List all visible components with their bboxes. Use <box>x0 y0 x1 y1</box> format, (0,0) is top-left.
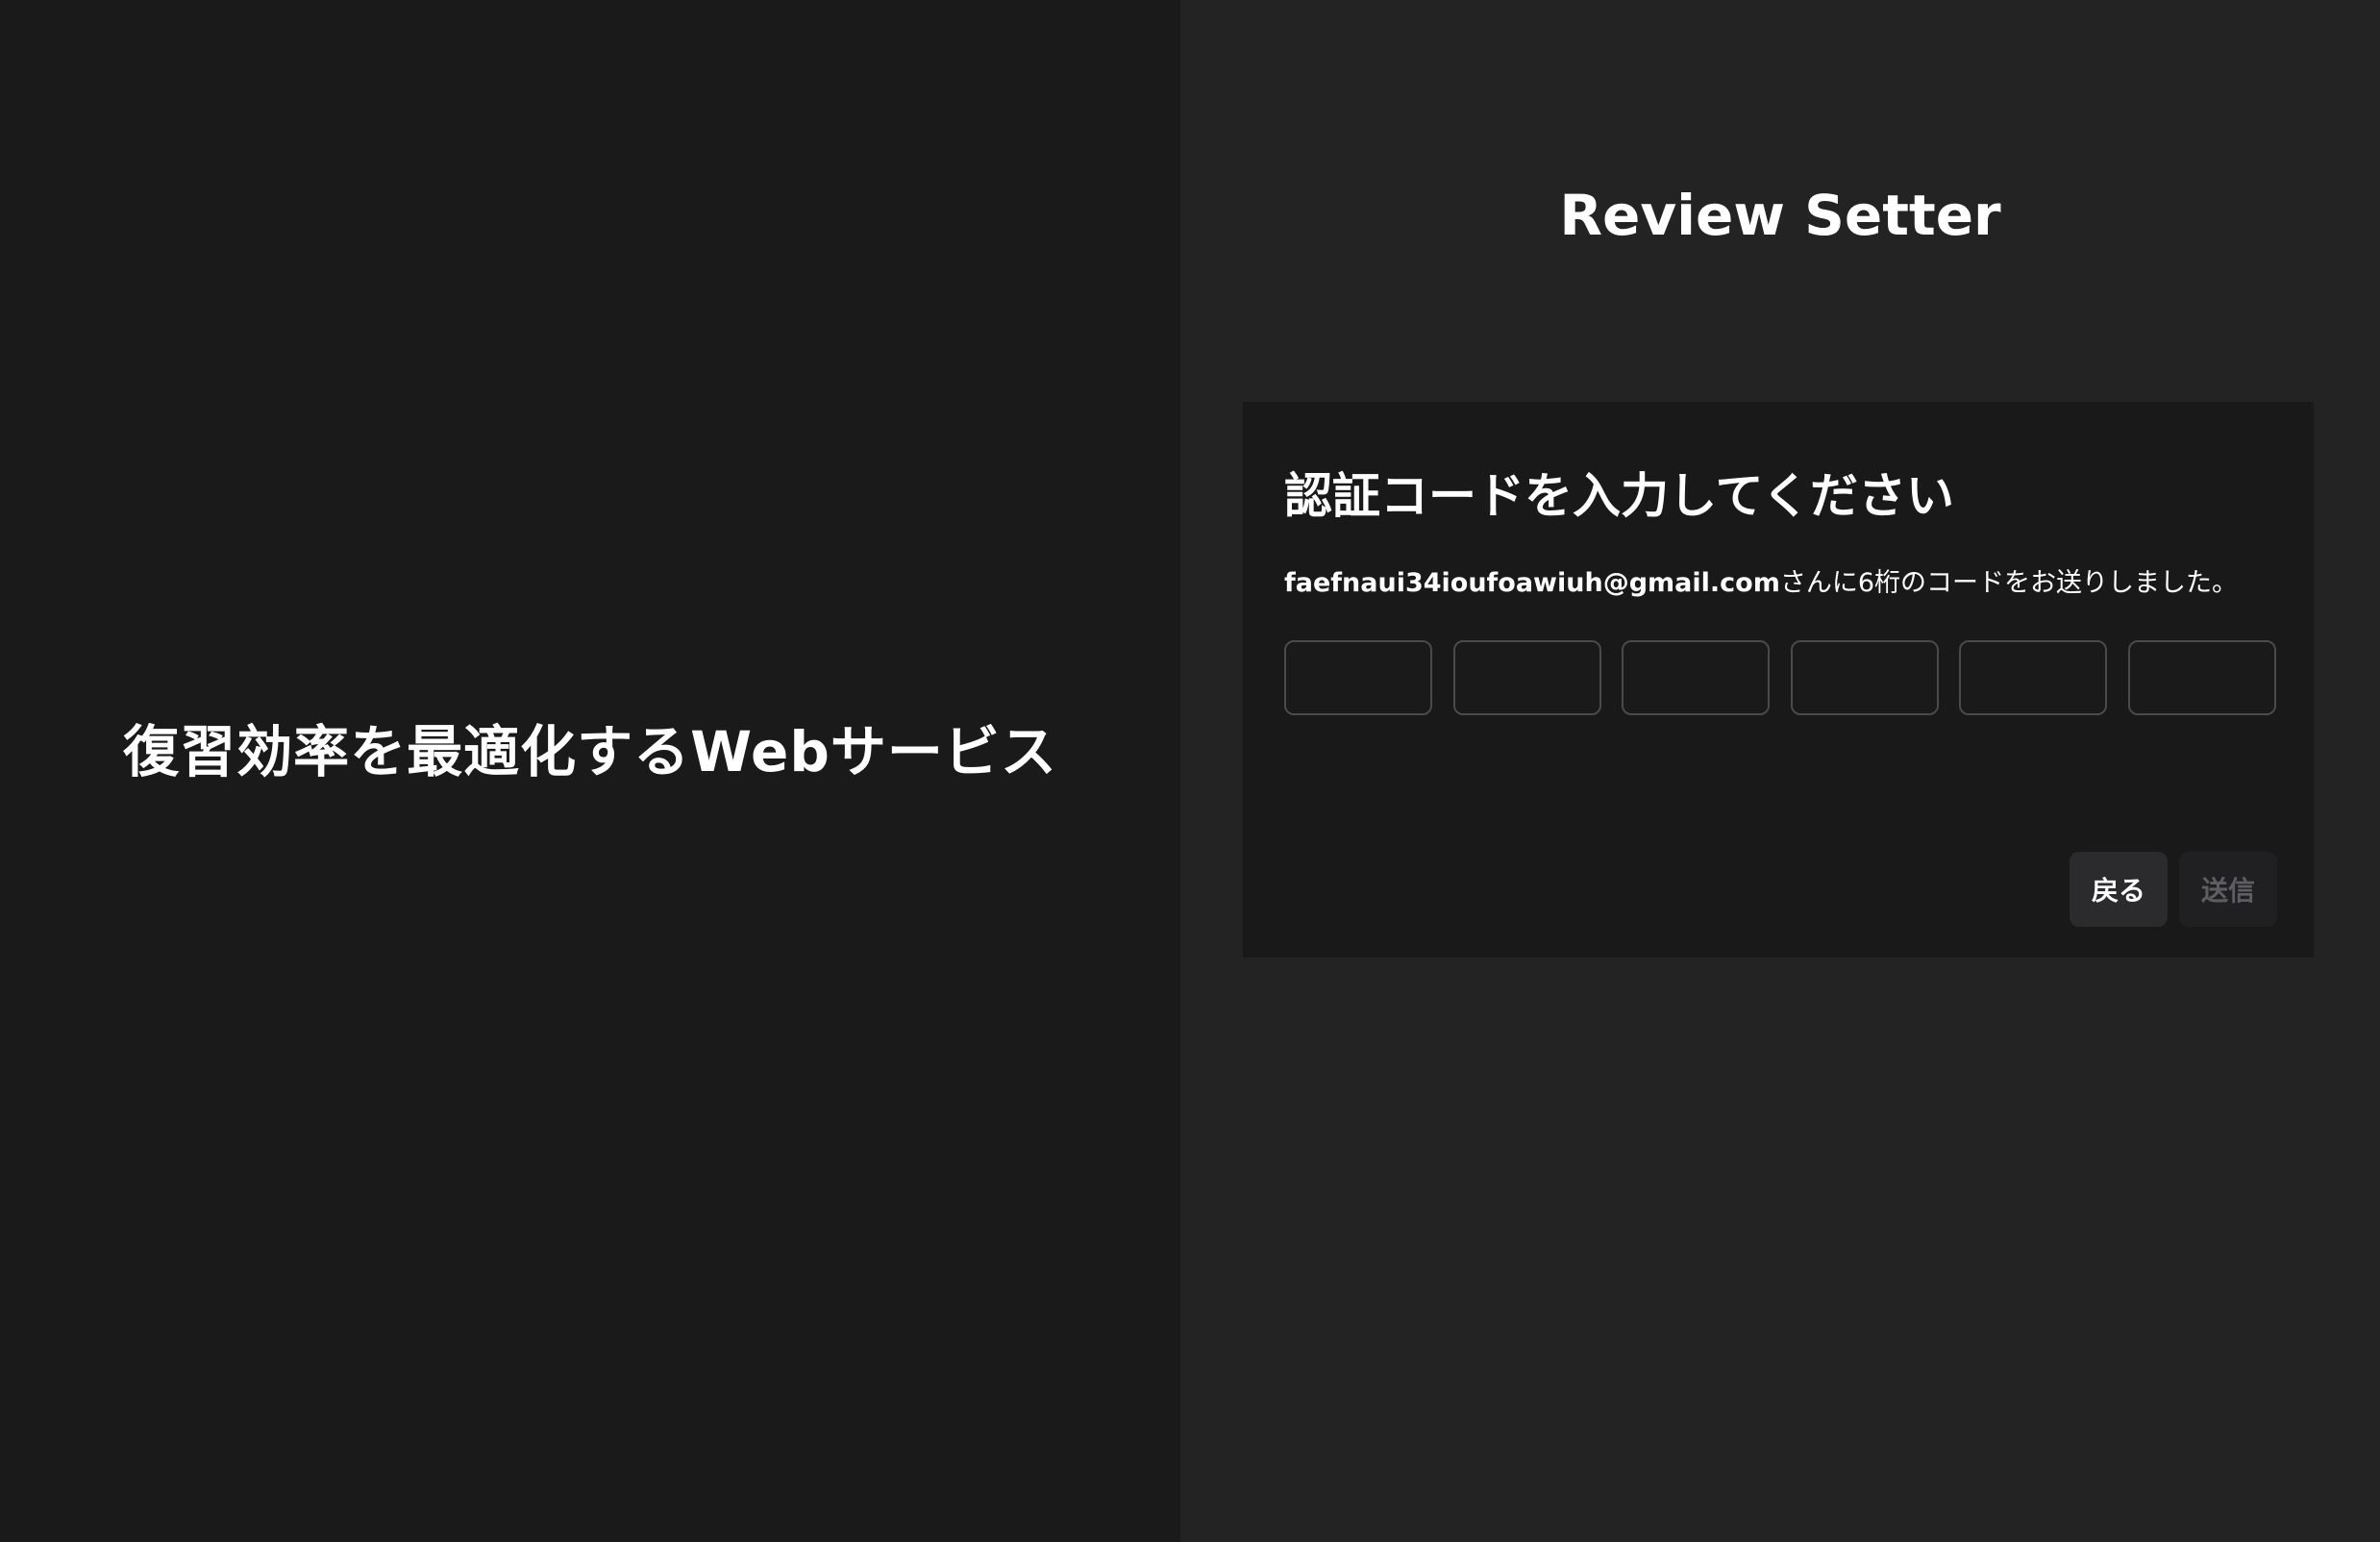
left-panel: 復習効率を最適化するWebサービス <box>0 0 1180 1542</box>
send-button[interactable]: 送信 <box>2179 852 2277 927</box>
card-description: faefnaui34ioufoawiuh@gmail.comさんに6桁のコードを… <box>1284 561 2238 599</box>
page: 復習効率を最適化するWebサービス Review Setter 認証コードを入力… <box>0 0 2380 1542</box>
verification-card: 認証コードを入力してください faefnaui34ioufoawiuh@gmai… <box>1243 402 2314 958</box>
code-digit-3[interactable] <box>1622 640 1771 715</box>
code-digit-4[interactable] <box>1790 640 1939 715</box>
code-input-row <box>1284 640 2276 715</box>
code-digit-2[interactable] <box>1452 640 1601 715</box>
brand-title: Review Setter <box>1559 183 2001 248</box>
code-digit-5[interactable] <box>1959 640 2108 715</box>
code-digit-1[interactable] <box>1284 640 1432 715</box>
email-address: faefnaui34ioufoawiuh@gmail.com <box>1284 568 1780 598</box>
right-panel: Review Setter 認証コードを入力してください faefnaui34i… <box>1180 0 2380 1542</box>
back-button[interactable]: 戻る <box>2070 852 2168 927</box>
card-title: 認証コードを入力してください <box>1284 468 1954 524</box>
description-suffix: さんに6桁のコードをお送りしました。 <box>1779 568 2239 598</box>
code-digit-6[interactable] <box>2127 640 2276 715</box>
tagline: 復習効率を最適化するWebサービス <box>123 719 1057 784</box>
